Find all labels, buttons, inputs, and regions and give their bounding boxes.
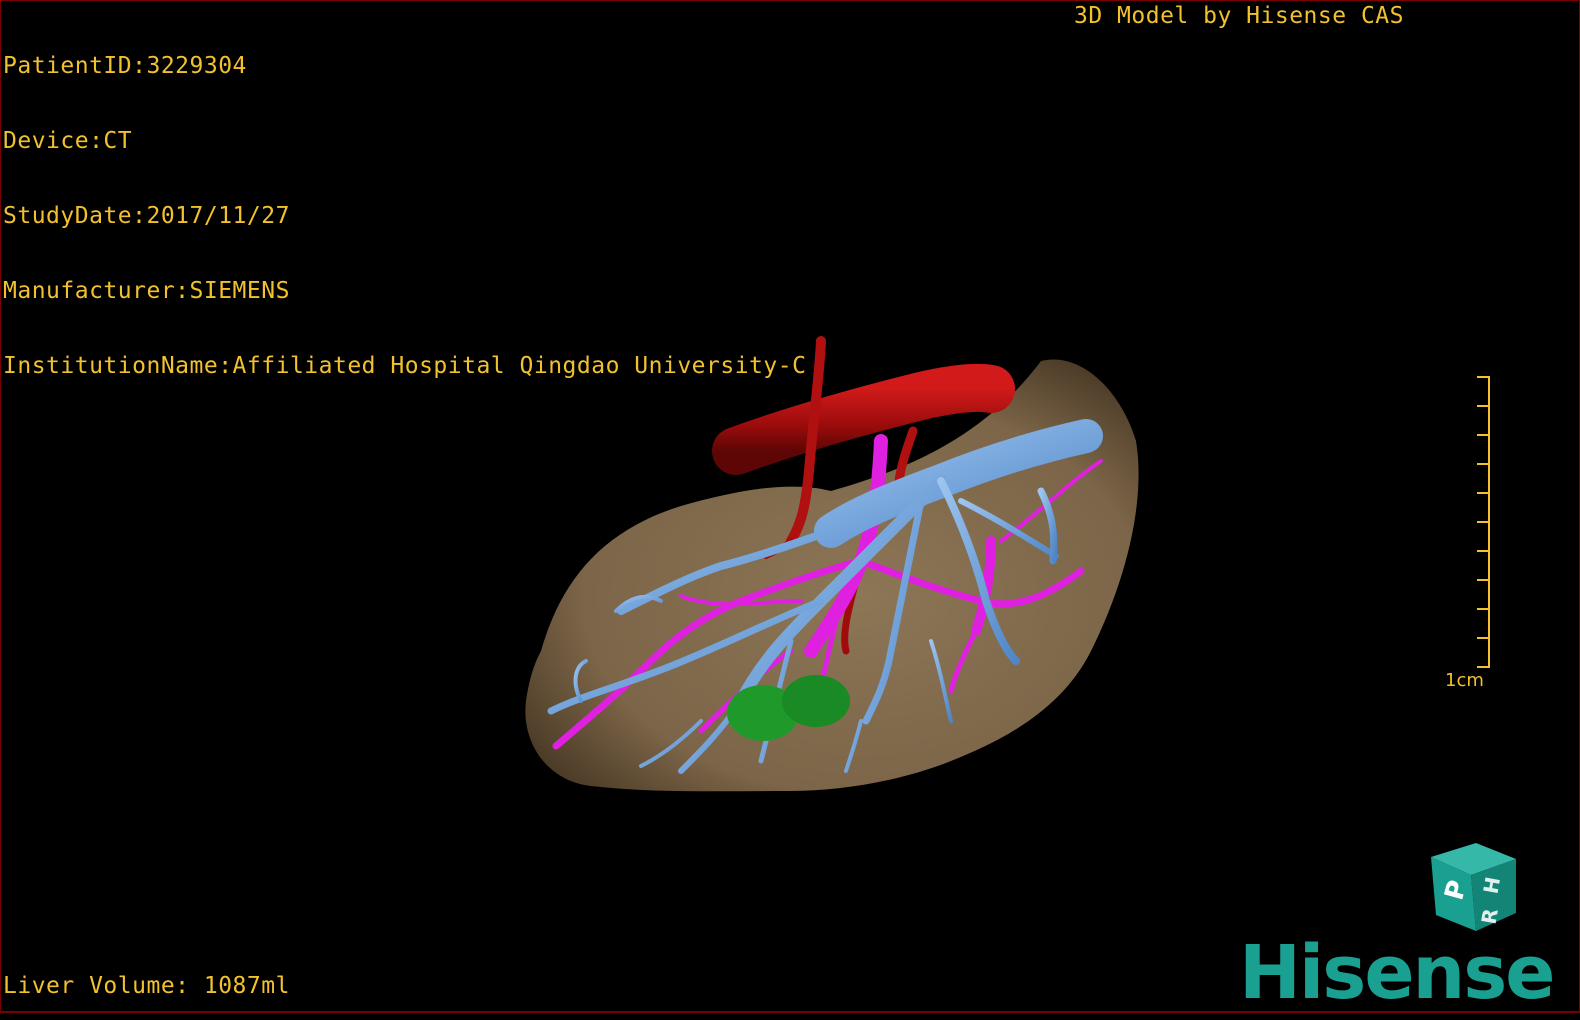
orientation-cube-icon[interactable]: P H R <box>1421 835 1521 935</box>
scale-bar <box>1477 376 1490 668</box>
institution-name: InstitutionName:Affiliated Hospital Qing… <box>3 353 807 379</box>
model-credit: 3D Model by Hisense CAS <box>1074 3 1404 29</box>
scale-label: 1cm <box>1445 670 1484 691</box>
manufacturer: Manufacturer:SIEMENS <box>3 278 290 304</box>
patient-id: PatientID:3229304 <box>3 53 247 79</box>
study-date: StudyDate:2017/11/27 <box>3 203 290 229</box>
device: Device:CT <box>3 128 133 154</box>
hisense-logo: Hisense <box>1239 930 1555 1013</box>
liver-volume: Liver Volume: 1087ml <box>3 973 290 999</box>
3d-viewport[interactable]: PatientID:3229304 Device:CT StudyDate:20… <box>0 0 1580 1013</box>
dicom-metadata: PatientID:3229304 Device:CT StudyDate:20… <box>3 4 806 429</box>
